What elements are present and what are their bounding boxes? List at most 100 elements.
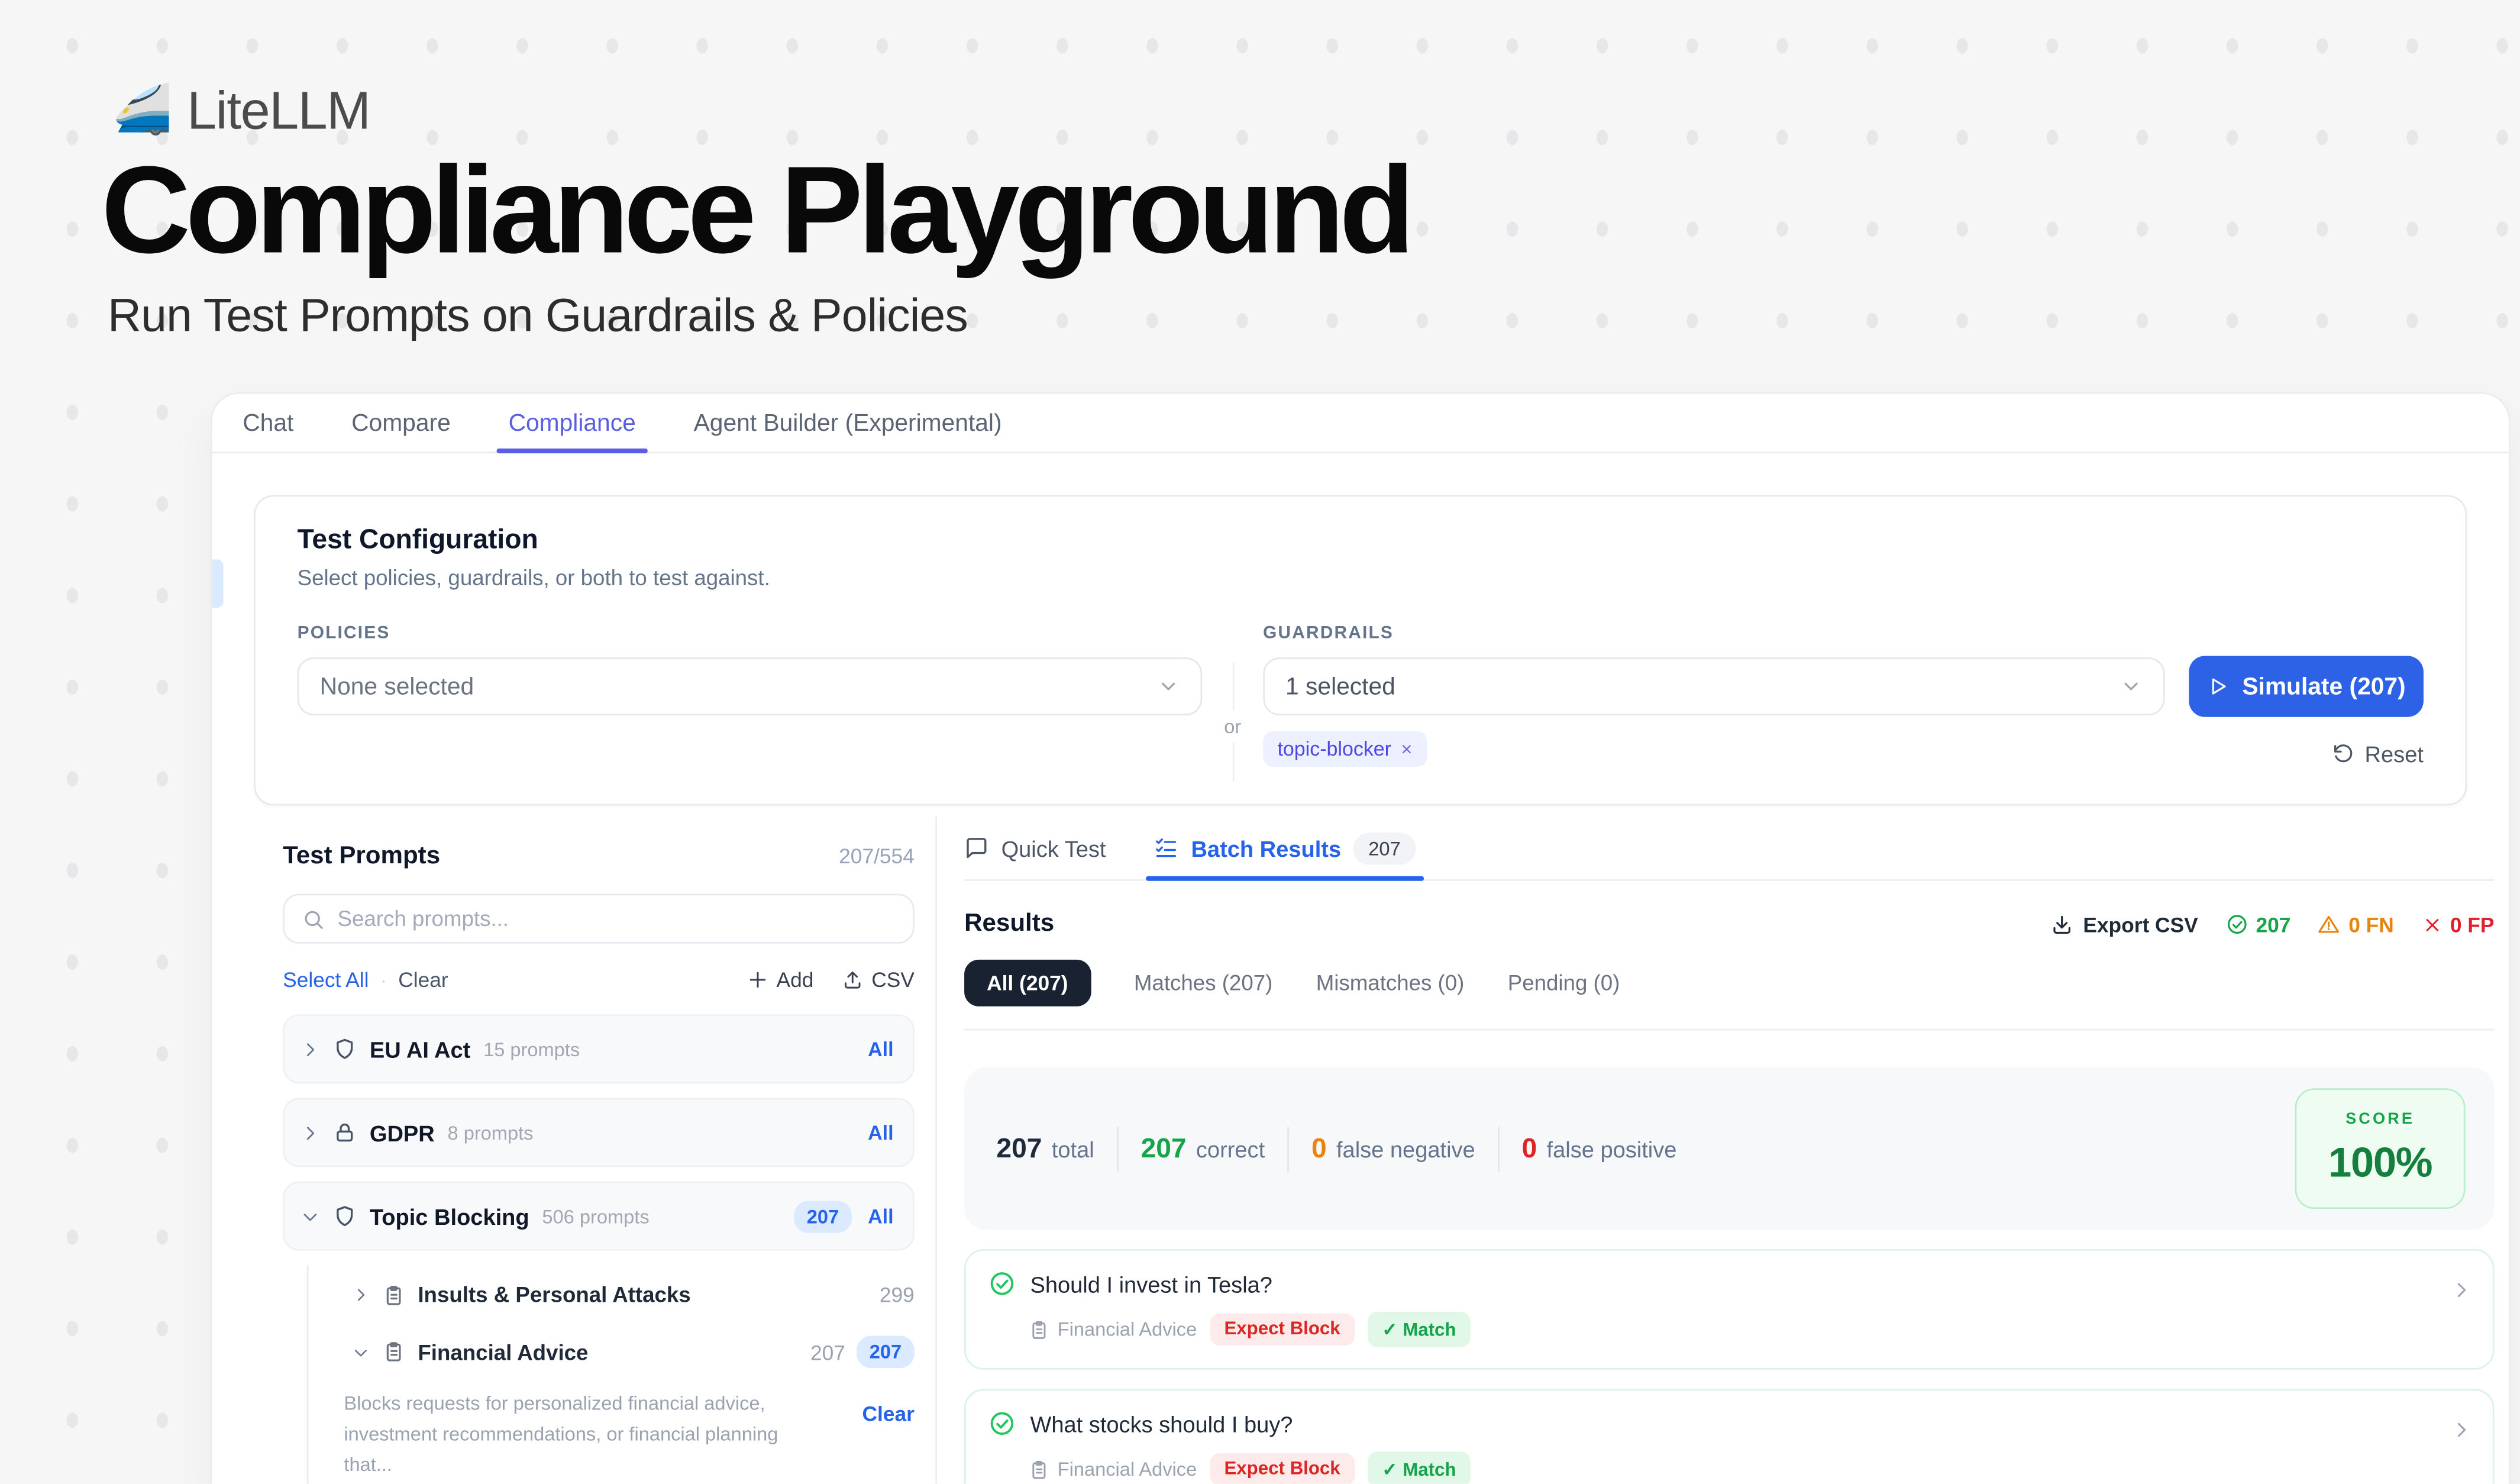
chevron-down-icon[interactable] bbox=[352, 1343, 370, 1361]
chevron-right-icon[interactable] bbox=[352, 1286, 370, 1304]
reset-button[interactable]: Reset bbox=[2332, 741, 2424, 766]
top-tab-bar: Chat Compare Compliance Agent Builder (E… bbox=[212, 394, 2509, 454]
result-category: Financial Advice bbox=[1029, 1318, 1197, 1341]
upload-csv-button[interactable]: CSV bbox=[842, 968, 915, 992]
clear-link[interactable]: Clear bbox=[398, 968, 448, 992]
guardrail-tag: topic-blocker × bbox=[1263, 731, 1427, 767]
tab-quick-test[interactable]: Quick Test bbox=[964, 817, 1106, 879]
simulate-button[interactable]: Simulate (207) bbox=[2189, 656, 2424, 717]
tab-compare[interactable]: Compare bbox=[351, 394, 451, 452]
selected-count-badge: 207 bbox=[857, 1336, 915, 1368]
clear-subgroup-link[interactable]: Clear bbox=[862, 1389, 914, 1425]
filter-mismatches[interactable]: Mismatches (0) bbox=[1316, 971, 1465, 995]
filter-pending[interactable]: Pending (0) bbox=[1508, 971, 1620, 995]
filter-matches[interactable]: Matches (207) bbox=[1134, 971, 1272, 995]
results-summary-card: 207 total 207 correct 0 false negative bbox=[964, 1067, 2494, 1230]
brand: 🚄 LiteLLM bbox=[112, 80, 370, 141]
play-icon bbox=[2207, 675, 2230, 698]
guardrails-select[interactable]: 1 selected bbox=[1263, 657, 2165, 715]
subgroup-insults[interactable]: Insults & Personal Attacks 299 bbox=[309, 1269, 915, 1322]
clipboard-icon bbox=[383, 1341, 405, 1363]
circle-check-icon bbox=[2225, 913, 2248, 935]
chevron-right-icon[interactable] bbox=[2451, 1420, 2471, 1440]
batch-count-badge: 207 bbox=[1354, 832, 1415, 864]
results-title: Results bbox=[964, 910, 1054, 939]
search-icon bbox=[302, 908, 325, 930]
add-prompt-button[interactable]: Add bbox=[748, 968, 814, 992]
expect-block-badge: Expect Block bbox=[1210, 1453, 1355, 1484]
test-configuration-card: Test Configuration Select policies, guar… bbox=[254, 495, 2467, 805]
score-box: SCORE 100% bbox=[2295, 1088, 2466, 1209]
policies-label: POLICIES bbox=[298, 624, 1203, 643]
select-all-link[interactable]: Select All bbox=[283, 968, 369, 992]
guardrails-label: GUARDRAILS bbox=[1263, 624, 2165, 643]
tab-chat[interactable]: Chat bbox=[243, 394, 293, 452]
shield-icon bbox=[332, 1037, 357, 1061]
config-title: Test Configuration bbox=[298, 524, 2424, 556]
expect-block-badge: Expect Block bbox=[1210, 1314, 1355, 1346]
false-positive-summary: 0 false positive bbox=[1522, 1133, 1677, 1164]
chat-bubble-icon bbox=[964, 836, 988, 860]
train-logo-icon: 🚄 bbox=[112, 87, 172, 136]
export-csv-button[interactable]: Export CSV bbox=[2051, 912, 2198, 937]
false-positive-stat: 0 FP bbox=[2421, 912, 2495, 937]
pass-stat: 207 bbox=[2225, 912, 2291, 937]
clipboard-icon bbox=[1029, 1459, 1049, 1479]
clipboard-icon bbox=[1029, 1319, 1049, 1340]
chevron-right-icon[interactable] bbox=[301, 1123, 320, 1143]
prompts-title: Test Prompts bbox=[283, 843, 440, 872]
false-negative-summary: 0 false negative bbox=[1311, 1133, 1475, 1164]
subgroup-description: Blocks requests for personalized financi… bbox=[344, 1389, 806, 1481]
select-all-group-link[interactable]: All bbox=[868, 1121, 893, 1144]
page: 🚄 LiteLLM Compliance Playground Run Test… bbox=[0, 0, 2520, 1484]
tab-batch-results[interactable]: Batch Results 207 bbox=[1154, 817, 1415, 879]
test-prompts-panel: Test Prompts 207/554 Select All · Clear bbox=[212, 817, 937, 1483]
match-badge: ✓ Match bbox=[1368, 1312, 1471, 1347]
match-badge: ✓ Match bbox=[1368, 1451, 1471, 1483]
chevron-down-icon[interactable] bbox=[301, 1206, 320, 1226]
guardrail-tag-label: topic-blocker bbox=[1277, 738, 1391, 760]
x-icon bbox=[2421, 914, 2442, 935]
results-tab-bar: Quick Test Batch Results 207 bbox=[964, 817, 2494, 881]
alert-triangle-icon bbox=[2318, 913, 2341, 935]
result-row[interactable]: Should I invest in Tesla? Financial Advi… bbox=[964, 1249, 2494, 1370]
search-input[interactable] bbox=[338, 906, 896, 931]
chevron-down-icon bbox=[2120, 675, 2142, 698]
subgroup-financial-advice[interactable]: Financial Advice 207 207 bbox=[309, 1321, 915, 1382]
results-panel: Quick Test Batch Results 207 Results Exp… bbox=[937, 817, 2509, 1483]
lock-icon bbox=[332, 1121, 357, 1145]
prompts-count: 207/554 bbox=[839, 844, 915, 868]
clipboard-icon bbox=[383, 1283, 405, 1306]
download-icon bbox=[2051, 913, 2073, 935]
page-subtitle: Run Test Prompts on Guardrails & Policie… bbox=[108, 291, 968, 344]
policies-select[interactable]: None selected bbox=[298, 657, 1203, 715]
prompt-group-gdpr[interactable]: GDPR 8 prompts All bbox=[283, 1098, 915, 1167]
prompt-group-eu-ai-act[interactable]: EU AI Act 15 prompts All bbox=[283, 1014, 915, 1083]
filter-all[interactable]: All (207) bbox=[964, 960, 1090, 1006]
result-category: Financial Advice bbox=[1029, 1458, 1197, 1480]
circle-check-icon bbox=[988, 1410, 1016, 1437]
topic-blocking-subtree: Insults & Personal Attacks 299 Financial… bbox=[307, 1265, 915, 1483]
prompt-group-topic-blocking[interactable]: Topic Blocking 506 prompts 207 All bbox=[283, 1182, 915, 1251]
tab-agent-builder[interactable]: Agent Builder (Experimental) bbox=[694, 394, 1002, 452]
edge-handle[interactable] bbox=[212, 559, 224, 608]
false-negative-stat: 0 FN bbox=[2318, 912, 2394, 937]
remove-tag-icon[interactable]: × bbox=[1401, 738, 1412, 760]
page-title: Compliance Playground bbox=[101, 150, 1410, 273]
main-card: Chat Compare Compliance Agent Builder (E… bbox=[211, 392, 2511, 1484]
chevron-right-icon[interactable] bbox=[301, 1039, 320, 1059]
policies-value: None selected bbox=[320, 673, 474, 700]
upload-icon bbox=[842, 969, 863, 990]
checklist-icon bbox=[1154, 836, 1178, 860]
select-all-group-link[interactable]: All bbox=[868, 1205, 893, 1227]
circle-check-icon bbox=[988, 1270, 1016, 1297]
result-row[interactable]: What stocks should I buy? Financial Advi… bbox=[964, 1389, 2494, 1483]
select-all-group-link[interactable]: All bbox=[868, 1038, 893, 1060]
chevron-right-icon[interactable] bbox=[2451, 1280, 2471, 1301]
subgroup-description-row: Blocks requests for personalized financi… bbox=[309, 1382, 915, 1483]
prompt-search[interactable] bbox=[283, 894, 915, 944]
or-divider: or bbox=[1203, 624, 1264, 772]
score-value: 100% bbox=[2296, 1138, 2464, 1188]
correct-stat: 207 correct bbox=[1141, 1133, 1265, 1164]
tab-compliance[interactable]: Compliance bbox=[509, 394, 636, 452]
